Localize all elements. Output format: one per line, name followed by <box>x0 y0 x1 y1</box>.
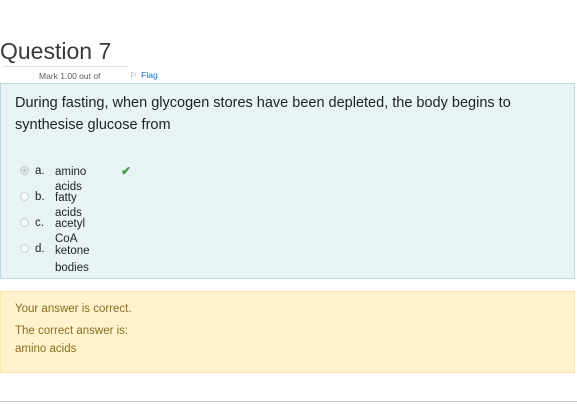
answer-letter: b. <box>35 191 45 203</box>
answer-radio-a[interactable] <box>20 166 29 175</box>
question-mark: Mark 1.00 out of <box>39 71 101 81</box>
correct-answer-value: amino acids <box>15 343 77 355</box>
answer-radio-d[interactable] <box>20 244 29 253</box>
flag-label: Flag <box>141 70 158 80</box>
answer-text: fatty acids <box>55 192 82 219</box>
question-text: During fasting, when glycogen stores hav… <box>15 95 511 133</box>
feedback-status: Your answer is correct. <box>15 303 132 315</box>
answer-letter: a. <box>35 165 45 177</box>
flag-icon: ⚐ <box>130 70 138 80</box>
answer-letter: c. <box>35 217 44 229</box>
answer-letter: d. <box>35 243 45 255</box>
flag-question-link[interactable]: ⚐ Flag <box>130 70 158 80</box>
correct-check-icon: ✔ <box>121 164 132 178</box>
question-title: Question 7 <box>0 38 112 64</box>
answer-text: amino acids <box>55 166 87 193</box>
answer-text: acetyl CoA <box>55 218 86 245</box>
correct-answer-label: The correct answer is: <box>15 325 129 337</box>
answer-radio-b[interactable] <box>20 192 29 201</box>
bottom-divider <box>0 401 577 402</box>
answer-radio-c[interactable] <box>20 218 29 227</box>
answer-text: ketone bodies <box>55 245 90 274</box>
